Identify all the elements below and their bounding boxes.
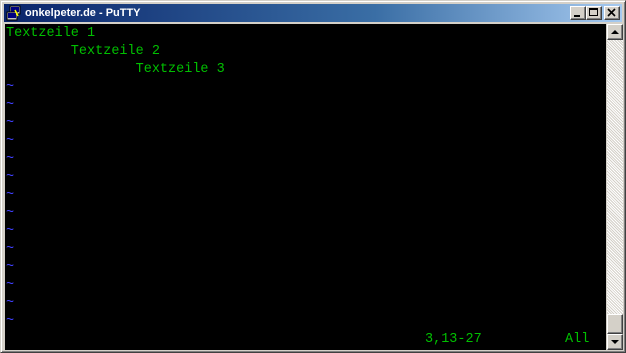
empty-line-marker: ~ <box>6 170 15 185</box>
empty-line-marker: ~ <box>6 134 15 149</box>
empty-line-marker: ~ <box>6 80 15 95</box>
putty-icon[interactable] <box>6 5 22 21</box>
text-line-1: Textzeile 1 <box>6 26 96 41</box>
close-icon <box>607 8 616 17</box>
empty-line-marker: ~ <box>6 152 15 167</box>
empty-line-marker: ~ <box>6 242 15 257</box>
empty-line-marker: ~ <box>6 206 15 221</box>
scroll-down-button[interactable] <box>607 334 623 350</box>
scroll-up-button[interactable] <box>607 24 623 40</box>
minimize-icon <box>574 15 580 17</box>
vertical-scrollbar[interactable] <box>607 24 623 350</box>
terminal-screen[interactable]: Textzeile 1 Textzeile 2 Textzeile 3 ~ ~ … <box>5 24 606 350</box>
putty-window: onkelpeter.de - PuTTY Textzeile 1 Textze… <box>0 0 626 353</box>
window-title: onkelpeter.de - PuTTY <box>25 7 141 19</box>
arrow-down-icon <box>611 340 619 344</box>
minimize-button[interactable] <box>570 6 586 20</box>
cursor-position-status: 3,13-27 <box>425 332 482 347</box>
arrow-up-icon <box>611 30 619 34</box>
empty-line-marker: ~ <box>6 224 15 239</box>
scroll-position-status: All <box>565 332 590 347</box>
empty-line-marker: ~ <box>6 314 15 329</box>
empty-line-marker: ~ <box>6 260 15 275</box>
maximize-icon <box>589 8 598 16</box>
empty-line-marker: ~ <box>6 116 15 131</box>
empty-line-marker: ~ <box>6 296 15 311</box>
empty-line-marker: ~ <box>6 98 15 113</box>
text-line-2: Textzeile 2 <box>6 44 160 59</box>
empty-line-marker: ~ <box>6 188 15 203</box>
maximize-button[interactable] <box>586 6 602 20</box>
close-button[interactable] <box>604 6 620 20</box>
text-line-3: Textzeile 3 <box>6 62 225 77</box>
empty-line-marker: ~ <box>6 278 15 293</box>
scrollbar-thumb[interactable] <box>607 314 623 334</box>
title-bar[interactable]: onkelpeter.de - PuTTY <box>4 4 622 22</box>
